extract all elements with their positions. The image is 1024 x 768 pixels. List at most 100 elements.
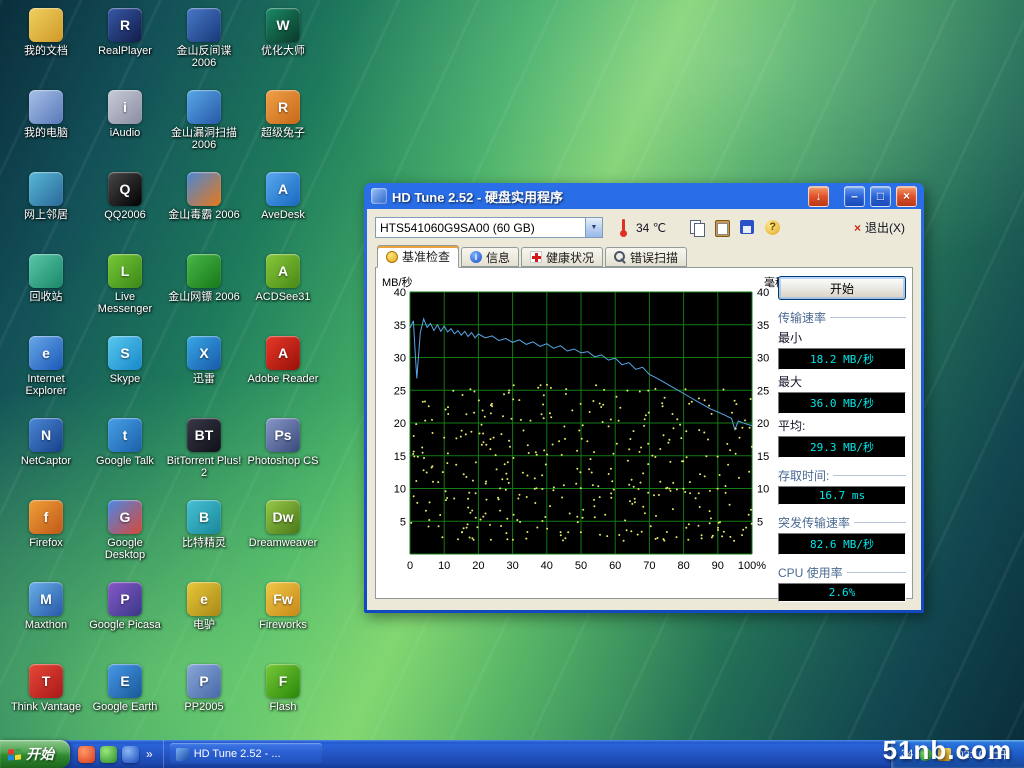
tab-label: 健康状况 [546,249,594,266]
task-label: HD Tune 2.52 - ... [194,748,281,760]
desktop-icon-my-documents[interactable]: 我的文档 [8,8,84,57]
tab-health[interactable]: 健康状况 [521,247,603,267]
desktop-icon-network-places[interactable]: 网上邻居 [8,172,84,221]
desktop-icon-qq2006[interactable]: QQQ2006 [87,172,163,221]
desktop-icon-bittorrent[interactable]: BTBitTorrent Plus! 2 [166,418,242,479]
quicklaunch-icon-1[interactable] [78,746,95,763]
quicklaunch-icon-3[interactable] [122,746,139,763]
desktop-icon-skype[interactable]: SSkype [87,336,163,385]
desktop-icon-iaudio[interactable]: iiAudio [87,90,163,139]
desktop-icon-label: RealPlayer [87,45,163,57]
desktop-icon-wopti[interactable]: W优化大师 [245,8,321,57]
help-icon[interactable] [763,218,783,238]
minimize-button[interactable]: – [844,186,865,207]
tab-scan[interactable]: 错误扫描 [605,247,687,267]
desktop-icon-google-talk[interactable]: tGoogle Talk [87,418,163,467]
desktop-icon-label: 迅雷 [166,373,242,385]
desktop-icon-label: Google Desktop [87,537,163,561]
close-button[interactable]: × [896,186,917,207]
desktop-icon-kingsoft-scan[interactable]: 金山漏洞扫描 2006 [166,90,242,151]
desktop-icon-label: 金山漏洞扫描 2006 [166,127,242,151]
stats-panel: 开始 传输速率 最小 18.2 MB/秒 最大 36.0 MB/秒 平均: 29… [778,276,906,604]
desktop-icon-label: Google Earth [87,701,163,713]
desktop-icon-google-picasa[interactable]: PGoogle Picasa [87,582,163,631]
tab-label: 基准检查 [402,248,450,265]
desktop-icon-kingsoft-antivirus[interactable]: 金山毒霸 2006 [166,172,242,221]
avedesk-icon: A [266,172,300,206]
desktop-icon-photoshop[interactable]: PsPhotoshop CS [245,418,321,467]
start-benchmark-button[interactable]: 开始 [778,276,906,300]
min-label: 最小 [778,329,906,346]
tab-info[interactable]: 信息 [461,247,519,267]
desktop-icon-kingsoft-firewall[interactable]: 金山网镖 2006 [166,254,242,303]
desktop-icon-flash[interactable]: FFlash [245,664,321,713]
desktop-icon-label: BitTorrent Plus! 2 [166,455,242,479]
maximize-button[interactable]: □ [870,186,891,207]
benchmark-tab-icon [386,251,398,263]
hdtune-window: HD Tune 2.52 - 硬盘实用程序 ↓ – □ × HTS541060G… [364,183,924,613]
tab-benchmark[interactable]: 基准检查 [377,245,459,268]
transfer-rate-header: 传输速率 [778,309,906,326]
desktop-icon-think-vantage[interactable]: T Think Vantage [8,664,84,713]
desktop-icon-label: 电驴 [166,619,242,631]
window-titlebar[interactable]: HD Tune 2.52 - 硬盘实用程序 ↓ – □ × [367,183,921,209]
desktop-icon-label: iAudio [87,127,163,139]
network-places-icon [29,172,63,206]
desktop-icon-adobe-reader[interactable]: AAdobe Reader [245,336,321,385]
desktop-icon-google-desktop[interactable]: GGoogle Desktop [87,500,163,561]
update-download-button[interactable]: ↓ [808,186,829,207]
acdsee-icon: A [266,254,300,288]
desktop-icon-acdsee[interactable]: AACDSee31 [245,254,321,303]
desktop-icon-google-earth[interactable]: EGoogle Earth [87,664,163,713]
desktop-icon-bitspirit[interactable]: B比特精灵 [166,500,242,549]
desktop-icon-fireworks[interactable]: FwFireworks [245,582,321,631]
desktop-icon-label: 我的电脑 [8,127,84,139]
desktop-icon-label: Fireworks [245,619,321,631]
google-picasa-icon: P [108,582,142,616]
desktop-icon-realplayer[interactable]: R RealPlayer [87,8,163,57]
drive-select[interactable]: HTS541060G9SA00 (60 GB) ▼ [375,217,603,238]
desktop-icon-pp2005[interactable]: PPP2005 [166,664,242,713]
desktop-icon-label: Internet Explorer [8,373,84,397]
svg-text:15: 15 [757,451,769,463]
desktop-icon-live-messenger[interactable]: LLive Messenger [87,254,163,315]
think-vantage-icon: T [29,664,63,698]
desktop-icon-emule[interactable]: e电驴 [166,582,242,631]
copy-text-icon[interactable] [688,218,708,238]
quicklaunch-icon-2[interactable] [100,746,117,763]
desktop-icon-internet-explorer[interactable]: e Internet Explorer [8,336,84,397]
desktop-icon-my-computer[interactable]: 我的电脑 [8,90,84,139]
toolbar: HTS541060G9SA00 (60 GB) ▼ 34 ℃ × 退出(X) [367,209,921,243]
desktop-icon-label: 网上邻居 [8,209,84,221]
quicklaunch-overflow-chevron[interactable]: » [144,747,155,761]
start-button[interactable]: 开始 [0,740,70,768]
max-value: 36.0 MB/秒 [778,392,906,414]
desktop-icon-avedesk[interactable]: AAveDesk [245,172,321,221]
desktop-icon-label: Adobe Reader [245,373,321,385]
desktop-icon-dreamweaver[interactable]: DwDreamweaver [245,500,321,549]
desktop-icon-label: Think Vantage [8,701,84,713]
copy-clipboard-icon[interactable] [713,218,733,238]
svg-text:5: 5 [757,516,763,528]
svg-text:35: 35 [757,320,769,332]
live-messenger-icon: L [108,254,142,288]
desktop-icon-recycle-bin[interactable]: 回收站 [8,254,84,303]
desktop-icon-label: PP2005 [166,701,242,713]
desktop-icon-label: 超级兔子 [245,127,321,139]
internet-explorer-icon: e [29,336,63,370]
desktop-icon-kingsoft-antispy[interactable]: 金山反间谍 2006 [166,8,242,69]
desktop-icon-label: 金山网镖 2006 [166,291,242,303]
desktop-icon-thunder[interactable]: X迅雷 [166,336,242,385]
svg-text:10: 10 [757,484,769,496]
desktop-icon-firefox[interactable]: fFirefox [8,500,84,549]
drive-select-value: HTS541060G9SA00 (60 GB) [376,221,585,235]
desktop-icon-maxthon[interactable]: MMaxthon [8,582,84,631]
desktop-icon-netcaptor[interactable]: NNetCaptor [8,418,84,467]
exit-button[interactable]: × 退出(X) [846,217,913,238]
save-icon[interactable] [738,218,758,238]
start-label: 开始 [26,744,54,764]
combo-dropdown-icon[interactable]: ▼ [585,218,602,237]
realplayer-icon: R [108,8,142,42]
taskbar-task-hdtune[interactable]: HD Tune 2.52 - ... [170,743,322,765]
desktop-icon-magic-rabbit[interactable]: R超级兔子 [245,90,321,139]
